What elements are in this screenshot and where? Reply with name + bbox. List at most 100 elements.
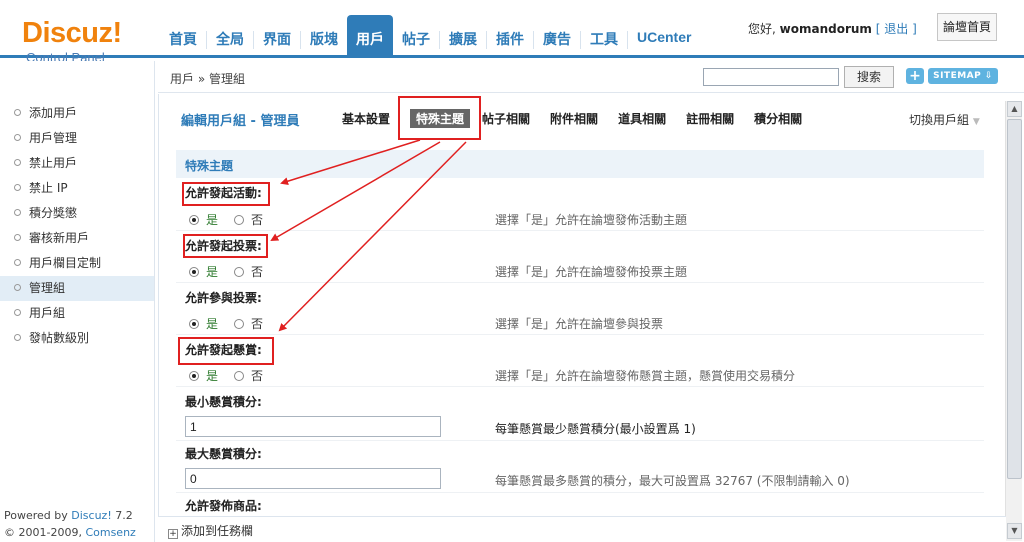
bullet-icon [14, 334, 21, 341]
sidebar-item-label: 禁止 IP [29, 181, 68, 195]
tab-posts[interactable]: 帖子相關 [482, 110, 530, 128]
tab-basic[interactable]: 基本設置 [342, 110, 390, 128]
bullet-icon [14, 184, 21, 191]
username: womandorum [779, 22, 872, 36]
sidebar-menu: 添加用戶 用戶管理 禁止用戶 禁止 IP 積分獎懲 審核新用戶 用戶欄目定制 管… [0, 101, 154, 351]
nav-plugins[interactable]: 插件 [487, 23, 533, 55]
sub-toolbar: 用戶 » 管理組 搜索 + SITEMAP ⇩ [158, 61, 1024, 93]
radio-no[interactable] [234, 267, 245, 277]
radio-no-label: 否 [251, 317, 264, 331]
sitemap-button[interactable]: SITEMAP ⇩ [928, 68, 998, 84]
field-label-allow-vote: 允許參與投票: [185, 291, 262, 305]
search-button[interactable]: 搜索 [844, 66, 894, 88]
nav-home[interactable]: 首頁 [160, 23, 206, 55]
tab-attachments[interactable]: 附件相關 [550, 110, 598, 128]
bullet-icon [14, 134, 21, 141]
sidebar-item-label: 用戶組 [29, 306, 66, 320]
logout-link[interactable]: [ 退出 ] [876, 22, 917, 36]
field-desc: 每筆懸賞最多懸賞的積分，最大可設置爲 32767 (不限制請輸入 0) [495, 474, 850, 488]
powered-by: Powered by Discuz! 7.2 © 2001-2009, Coms… [4, 507, 154, 542]
max-reward-input[interactable] [185, 468, 441, 489]
radio-no-label: 否 [251, 265, 264, 279]
tab-magic[interactable]: 道具相關 [618, 110, 666, 128]
sidebar-item-add-user[interactable]: 添加用戶 [0, 101, 154, 126]
radio-group-allow-poll: 是否 [189, 263, 263, 280]
greeting: 您好, [748, 22, 776, 36]
radio-no[interactable] [234, 215, 245, 225]
chevron-down-icon: ▼ [972, 117, 980, 127]
nav-interface[interactable]: 界面 [254, 23, 300, 55]
radio-no[interactable] [234, 371, 245, 381]
field-desc: 選擇「是」允許在論壇發佈活動主題 [495, 213, 688, 227]
sidebar-item-post-rank[interactable]: 發帖數級別 [0, 326, 154, 351]
sidebar-item-profile-fields[interactable]: 用戶欄目定制 [0, 251, 154, 276]
radio-yes[interactable] [189, 215, 199, 225]
nav-ucenter[interactable]: UCenter [628, 23, 700, 55]
bullet-icon [14, 109, 21, 116]
radio-yes[interactable] [189, 371, 199, 381]
radio-no-label: 否 [251, 369, 264, 383]
sidebar-item-label: 禁止用戶 [29, 156, 78, 170]
nav-ads[interactable]: 廣告 [534, 23, 580, 55]
sidebar-item-ban-ip[interactable]: 禁止 IP [0, 176, 154, 201]
expand-icon[interactable]: + [168, 529, 178, 539]
row-divider [176, 230, 984, 231]
nav-tools[interactable]: 工具 [581, 23, 627, 55]
vertical-scrollbar[interactable]: ▲ ▼ [1005, 101, 1022, 541]
switch-group-dropdown[interactable]: 切換用戶組 ▼ [909, 111, 980, 128]
sidebar-item-label: 發帖數級別 [29, 331, 90, 345]
bullet-icon [14, 284, 21, 291]
discuz-link[interactable]: Discuz! [71, 509, 111, 522]
radio-yes-label: 是 [206, 213, 219, 227]
tab-credits[interactable]: 積分相關 [754, 110, 802, 128]
sidebar-item-credits[interactable]: 積分獎懲 [0, 201, 154, 226]
user-info: 您好, womandorum [ 退出 ] [748, 20, 917, 37]
field-label-min-reward: 最小懸賞積分: [185, 395, 262, 409]
nav-posts[interactable]: 帖子 [393, 23, 439, 55]
nav-users[interactable]: 用戶 [347, 15, 393, 55]
annotation-box-activity [182, 182, 270, 206]
sidebar-item-ban-user[interactable]: 禁止用戶 [0, 151, 154, 176]
sidebar-item-label: 管理組 [29, 281, 66, 295]
scroll-up-icon[interactable]: ▲ [1007, 101, 1022, 117]
field-desc: 選擇「是」允許在論壇參與投票 [495, 317, 664, 331]
version: 7.2 [115, 509, 133, 522]
sidebar-item-admin-group[interactable]: 管理組 [0, 276, 154, 301]
radio-no[interactable] [234, 319, 245, 329]
sidebar-item-label: 用戶管理 [29, 131, 78, 145]
sidebar-item-label: 添加用戶 [29, 106, 78, 120]
row-divider [176, 440, 984, 441]
sidebar-item-user-group[interactable]: 用戶組 [0, 301, 154, 326]
annotation-box-tab [398, 96, 481, 140]
min-reward-input[interactable] [185, 416, 441, 437]
forum-home-button[interactable]: 論壇首頁 [937, 13, 997, 41]
search-input[interactable] [703, 68, 839, 86]
field-desc: 每筆懸賞最少懸賞積分(最小設置爲 1) [495, 422, 696, 436]
annotation-box-reward [178, 337, 274, 365]
sidebar: 添加用戶 用戶管理 禁止用戶 禁止 IP 積分獎懲 審核新用戶 用戶欄目定制 管… [0, 61, 155, 542]
nav-global[interactable]: 全局 [207, 23, 253, 55]
sidebar-item-user-manage[interactable]: 用戶管理 [0, 126, 154, 151]
bullet-icon [14, 309, 21, 316]
radio-yes-label: 是 [206, 317, 219, 331]
sidebar-item-moderate-new[interactable]: 審核新用戶 [0, 226, 154, 251]
section-title: 特殊主題 [176, 150, 984, 178]
page-title: 編輯用戶組 - 管理員 [181, 114, 300, 129]
discuz-logo[interactable]: Discuz! Control Panel [22, 18, 132, 65]
scroll-down-icon[interactable]: ▼ [1007, 523, 1022, 539]
nav-extend[interactable]: 擴展 [440, 23, 486, 55]
tab-register[interactable]: 註冊相關 [686, 110, 734, 128]
radio-yes[interactable] [189, 267, 199, 277]
add-to-taskbar-link[interactable]: 添加到任務欄 [181, 524, 253, 538]
row-divider [176, 334, 984, 335]
bullet-icon [14, 234, 21, 241]
switch-group-label: 切換用戶組 [909, 113, 970, 127]
radio-yes[interactable] [189, 319, 199, 329]
logo-text: Discuz! [22, 17, 122, 49]
scroll-thumb[interactable] [1007, 119, 1022, 479]
nav-forums[interactable]: 版塊 [301, 23, 347, 55]
add-shortcut-button[interactable]: + [906, 68, 924, 84]
radio-no-label: 否 [251, 213, 264, 227]
annotation-box-poll [183, 234, 268, 258]
radio-group-allow-activity: 是否 [189, 211, 263, 228]
